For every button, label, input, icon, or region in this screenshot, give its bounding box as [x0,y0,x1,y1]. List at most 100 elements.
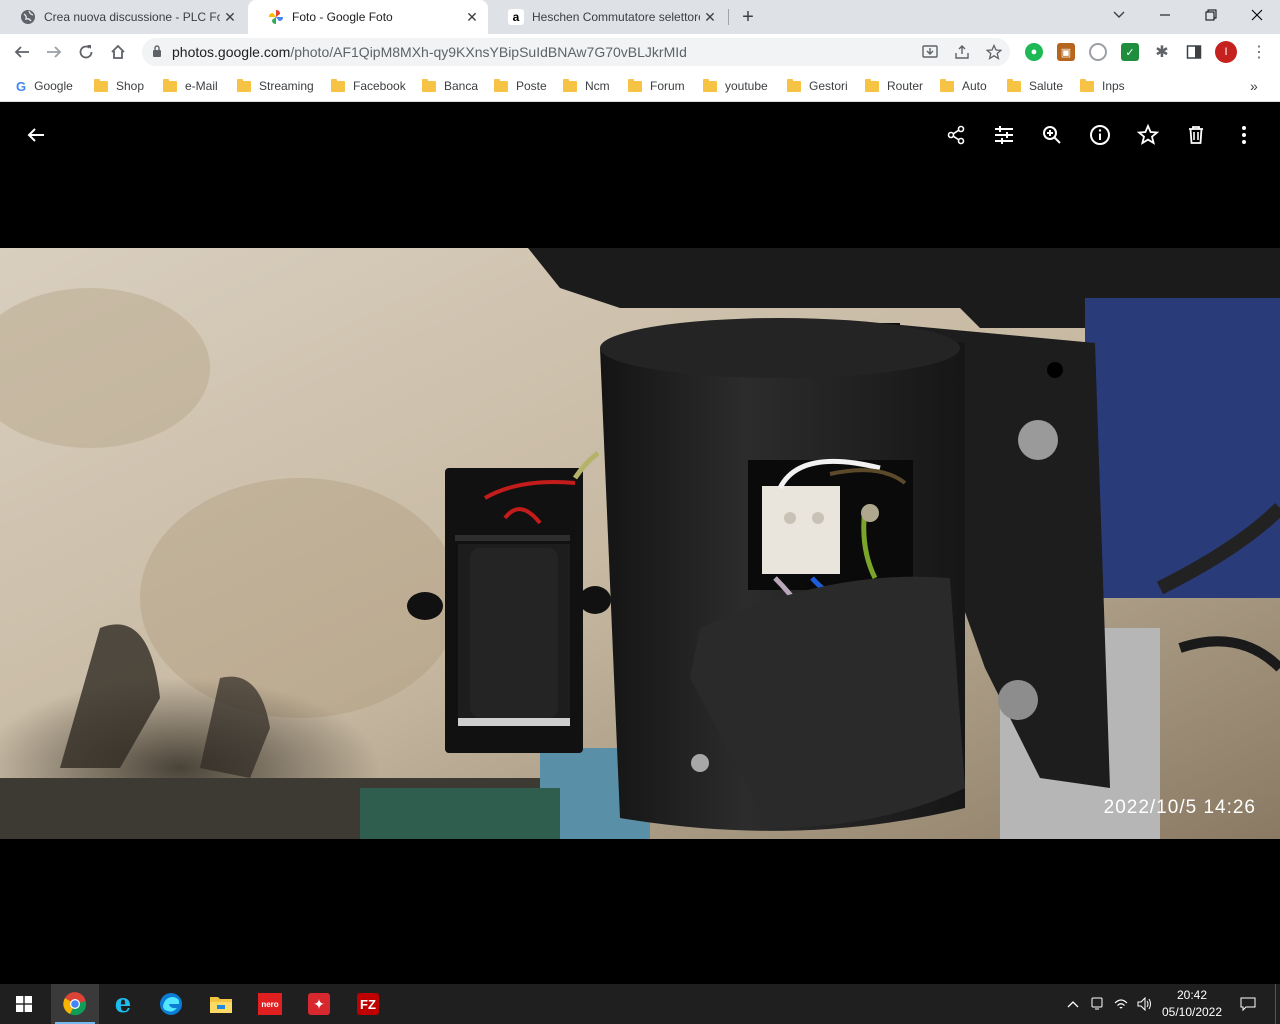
home-button[interactable] [104,38,132,66]
edit-button[interactable] [988,119,1020,151]
zoom-button[interactable] [1036,119,1068,151]
bookmark-banca[interactable]: Banca [422,76,478,96]
bookmark-salute[interactable]: Salute [1007,76,1063,96]
side-panel-icon[interactable] [1185,43,1203,61]
extension-brown-icon[interactable]: ▣ [1057,43,1075,61]
close-tab-icon[interactable]: ✕ [462,9,482,26]
bookmark-label: Forum [650,79,685,93]
bookmark-auto[interactable]: Auto [940,76,987,96]
back-button[interactable] [8,38,36,66]
install-app-icon[interactable] [922,44,938,63]
chrome-icon [63,992,86,1016]
url-host: photos.google.com [172,44,291,60]
bookmark-gestori[interactable]: Gestori [787,76,848,96]
forward-button[interactable] [40,38,68,66]
bookmark-star-icon[interactable] [985,43,1003,63]
share-page-icon[interactable] [954,44,970,63]
folder-icon [940,78,954,92]
close-tab-icon[interactable]: ✕ [220,9,240,26]
favorite-button[interactable] [1132,119,1164,151]
viewer-back-button[interactable] [20,119,52,151]
reload-button[interactable] [72,38,100,66]
bookmark-label: Gestori [809,79,848,93]
windows-taskbar: e nero ✦ FZ 20:42 05/10/2022 [0,984,1280,1024]
extension-grey-icon[interactable] [1089,43,1107,61]
delete-button[interactable] [1180,119,1212,151]
back-arrow-icon [14,46,29,58]
network-icon[interactable] [1112,996,1130,1012]
nero-icon: nero [258,993,282,1015]
show-hidden-icons-button[interactable] [1064,996,1082,1012]
taskbar-filezilla[interactable]: FZ [344,984,392,1024]
bookmark-ncm[interactable]: Ncm [563,76,610,96]
bookmark-forum[interactable]: Forum [628,76,685,96]
address-bar[interactable]: photos.google.com/photo/AF1QipM8MXh-qy9K… [142,38,1010,66]
bookmark-streaming[interactable]: Streaming [237,76,314,96]
info-button[interactable] [1084,119,1116,151]
folder-icon [494,78,508,92]
notifications-button[interactable] [1238,996,1258,1012]
restore-button[interactable] [1188,0,1234,30]
taskbar-nero[interactable]: nero [246,984,294,1024]
folder-icon [94,78,108,92]
volume-icon[interactable] [1136,996,1154,1012]
bookmark-facebook[interactable]: Facebook [331,76,406,96]
close-tab-icon[interactable]: ✕ [700,9,720,26]
folder-icon [163,78,177,92]
more-options-button[interactable] [1228,119,1260,151]
clock-date: 05/10/2022 [1161,1005,1223,1019]
start-button[interactable] [0,984,48,1024]
taskbar-file-explorer[interactable] [197,984,245,1024]
taskbar-chrome[interactable] [51,984,99,1024]
folder-icon [422,78,436,92]
tab-title: Foto - Google Foto [292,10,393,24]
share-button[interactable] [940,119,972,151]
extensions-puzzle-icon[interactable]: ✱ [1153,43,1171,61]
bookmark-inps[interactable]: Inps [1080,76,1125,96]
extension-check-icon[interactable]: ✓ [1121,43,1139,61]
bookmark-poste[interactable]: Poste [494,76,547,96]
folder-icon [237,78,251,92]
windows-logo-icon [16,996,32,1012]
tab-google-foto[interactable]: Foto - Google Foto ✕ [248,0,488,34]
filezilla-icon: FZ [357,993,379,1015]
taskbar-edge[interactable] [147,984,195,1024]
extension-green-icon[interactable]: ● [1025,43,1043,61]
bookmark-label: Shop [116,79,145,93]
bookmark-label: Facebook [353,79,406,93]
bookmark-email[interactable]: e-Mail [163,76,218,96]
tab-title: Heschen Commutatore selettore [532,10,700,24]
notification-icon [1240,997,1256,1012]
show-desktop-button[interactable] [1275,984,1280,1024]
minimize-button[interactable] [1142,0,1188,30]
restore-icon [1205,9,1217,21]
edit-icon [995,126,1013,144]
tab-search-button[interactable] [1096,0,1142,30]
bookmark-google[interactable]: G Google [16,76,73,96]
tray-meet-icon[interactable] [1088,996,1106,1012]
taskbar-acrobat[interactable]: ✦ [295,984,343,1024]
zoom-icon [1043,126,1061,144]
bookmark-label: Inps [1102,79,1125,93]
tab-amazon[interactable]: a Heschen Commutatore selettore ✕ [488,0,726,34]
profile-avatar[interactable]: I [1215,41,1237,63]
home-icon [111,44,125,59]
bookmark-router[interactable]: Router [865,76,923,96]
taskbar-clock[interactable]: 20:42 05/10/2022 [1160,987,1224,1021]
menu-kebab-icon[interactable]: ⋮ [1250,43,1268,61]
folder-icon [703,78,717,92]
folder-icon [563,78,577,92]
tab-separator [728,9,729,25]
close-window-button[interactable] [1234,0,1280,30]
tab-plc-forum[interactable]: Crea nuova discussione - PLC Forum ✕ [0,0,246,34]
bookmark-label: e-Mail [185,79,218,93]
photo-image[interactable]: 2022/10/5 14:26 [0,248,1280,839]
back-arrow-icon [27,128,44,142]
folder-icon [628,78,642,92]
taskbar-internet-explorer[interactable]: e [99,984,147,1024]
bookmarks-overflow-button[interactable]: » [1250,76,1258,96]
bookmark-youtube[interactable]: youtube [703,76,768,96]
photo-viewer: 2022/10/5 14:26 [0,103,1280,984]
new-tab-button[interactable]: + [736,5,760,29]
bookmark-shop[interactable]: Shop [94,76,144,96]
